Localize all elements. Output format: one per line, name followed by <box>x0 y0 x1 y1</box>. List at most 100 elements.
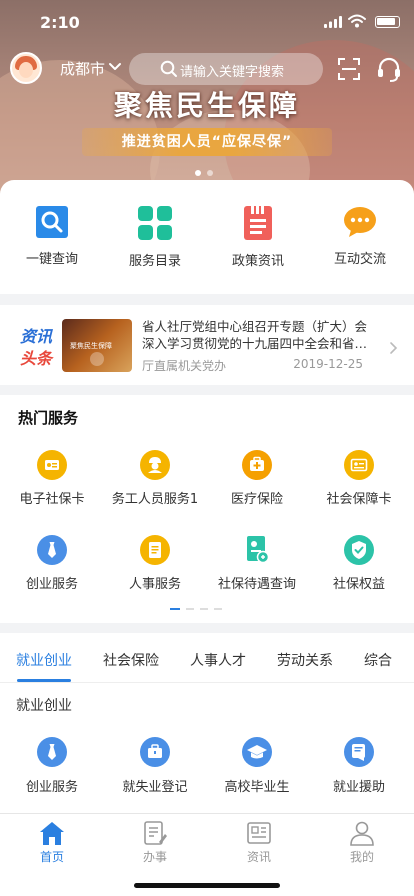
medical-kit-icon <box>242 450 272 480</box>
banner-dots <box>195 161 219 180</box>
category-tabs: 就业创业 社会保险 人事人才 劳动关系 综合 <box>0 633 414 683</box>
customer-service-icon[interactable] <box>376 57 402 83</box>
category-item-label: 就失业登记 <box>122 780 188 795</box>
tabbar-home[interactable]: 首页 <box>12 820 92 865</box>
category-section-title: 就业创业 <box>16 698 72 714</box>
category-item[interactable]: 就业援助 <box>307 737 411 795</box>
category-item[interactable]: 高校毕业生 <box>205 737 309 795</box>
tab-talent[interactable]: 人事人才 <box>190 650 246 670</box>
tabbar-label: 资讯 <box>246 850 271 864</box>
quick-action-query[interactable]: 一键查询 <box>7 206 97 267</box>
service-item[interactable]: 社保待遇查询 <box>205 535 309 592</box>
quick-action-policy[interactable]: 政策资讯 <box>213 206 303 269</box>
service-label: 社保待遇查询 <box>217 577 296 592</box>
home-icon <box>40 822 64 845</box>
tab-labor-relations[interactable]: 劳动关系 <box>277 650 333 670</box>
quick-action-chat[interactable]: 互动交流 <box>315 206 405 267</box>
shield-check-icon <box>344 535 374 565</box>
quick-action-label: 互动交流 <box>333 252 386 267</box>
graduation-cap-icon <box>242 737 272 767</box>
service-label: 医疗保险 <box>230 492 283 507</box>
news-title: 省人社厅党组中心组召开专题（扩大）会深入学习贯彻党的十九届四中全会和省… <box>142 319 368 351</box>
service-label: 社会保障卡 <box>326 492 392 507</box>
quick-action-label: 一键查询 <box>25 252 78 267</box>
quick-actions-card: 一键查询 服务目录 政策资讯 互动交流 <box>0 180 414 294</box>
service-label: 创业服务 <box>25 577 78 592</box>
search-placeholder: 请输入关键字搜索 <box>180 65 285 80</box>
news-thumbnail-text: 聚焦民生保障 <box>70 342 112 350</box>
tab-employment[interactable]: 就业创业 <box>16 650 72 670</box>
service-item[interactable]: 创业服务 <box>0 535 104 592</box>
news-source: 厅直属机关党办 <box>142 359 227 373</box>
news-tag: 头条 <box>20 349 53 368</box>
category-item-label: 高校毕业生 <box>224 780 290 795</box>
banner-headline: 聚焦民生保障 <box>113 89 300 122</box>
search-input[interactable]: 请输入关键字搜索 <box>129 53 323 85</box>
briefcase-icon <box>140 737 170 767</box>
section-heading: 热门服务 <box>18 409 79 427</box>
category-item[interactable]: 创业服务 <box>0 737 104 795</box>
quick-action-label: 服务目录 <box>128 254 181 269</box>
status-time: 2:10 <box>40 13 80 32</box>
grid-icon <box>138 206 172 240</box>
tie-icon <box>37 535 67 565</box>
social-card-icon <box>344 450 374 480</box>
service-item[interactable]: 社保权益 <box>307 535 411 592</box>
top-bar: 成都市 请输入关键字搜索 <box>0 50 414 88</box>
news-headline-card[interactable]: 资讯 头条 聚焦民生保障 省人社厅党组中心组召开专题（扩大）会深入学习贯彻党的十… <box>0 305 414 385</box>
service-item[interactable]: 社会保障卡 <box>307 450 411 507</box>
status-bar: 2:10 <box>0 0 414 44</box>
home-indicator <box>134 883 280 888</box>
worker-icon <box>140 450 170 480</box>
service-item[interactable]: 人事服务 <box>103 535 207 592</box>
service-label: 电子社保卡 <box>19 492 85 507</box>
banner-subline: 推进贫困人员“应保尽保” <box>82 128 332 156</box>
city-selector[interactable]: 成都市 <box>60 58 105 79</box>
tab-social-insurance[interactable]: 社会保险 <box>103 650 159 670</box>
user-icon <box>350 821 374 846</box>
avatar[interactable] <box>10 52 42 84</box>
battery-icon <box>375 16 400 28</box>
benefit-query-icon <box>242 535 272 565</box>
service-item[interactable]: 医疗保险 <box>205 450 309 507</box>
quick-action-label: 政策资讯 <box>231 254 284 269</box>
service-label: 社保权益 <box>332 577 385 592</box>
chevron-right-icon <box>390 342 398 354</box>
tab-general[interactable]: 综合 <box>364 650 392 670</box>
tabbar-news[interactable]: 资讯 <box>219 820 299 865</box>
signal-icon <box>324 16 342 28</box>
services-pager <box>170 608 228 627</box>
edit-doc-icon <box>144 821 167 845</box>
news-tag: 资讯 <box>20 327 53 346</box>
chat-icon <box>344 207 376 237</box>
banner-dot[interactable] <box>195 170 201 176</box>
tabbar-affairs[interactable]: 办事 <box>115 820 195 865</box>
service-item[interactable]: 务工人员服务1 <box>103 450 207 507</box>
news-thumbnail: 聚焦民生保障 <box>62 319 132 372</box>
search-icon <box>36 206 68 238</box>
tabbar-me[interactable]: 我的 <box>322 820 402 865</box>
id-card-icon <box>37 450 67 480</box>
newspaper-icon <box>247 822 271 844</box>
search-icon <box>160 60 177 77</box>
quick-action-catalog[interactable]: 服务目录 <box>110 206 200 269</box>
scan-icon[interactable] <box>337 57 361 81</box>
top-banner[interactable]: 2:10 成都市 请输入关键字搜索 聚焦民生保障 推进贫困人员“应保尽保” <box>0 0 414 196</box>
category-section: 就业创业 社会保险 人事人才 劳动关系 综合 就业创业 创业服务 就失业登记 高… <box>0 633 414 813</box>
banner-dot[interactable] <box>207 170 213 176</box>
category-item-label: 创业服务 <box>25 780 78 795</box>
tie-icon <box>37 737 67 767</box>
file-icon <box>140 535 170 565</box>
hot-services-section: 热门服务 电子社保卡 务工人员服务1 医疗保险 社会保障卡 创业服务 人事服务 <box>0 395 414 623</box>
tabbar-label: 首页 <box>39 850 64 864</box>
tabbar-label: 办事 <box>142 850 167 864</box>
tabbar-label: 我的 <box>349 850 374 864</box>
assist-icon <box>344 737 374 767</box>
service-item[interactable]: 电子社保卡 <box>0 450 104 507</box>
active-tab-indicator <box>17 679 71 682</box>
category-item-label: 就业援助 <box>332 780 385 795</box>
document-icon <box>244 206 272 240</box>
category-item[interactable]: 就失业登记 <box>103 737 207 795</box>
wifi-icon <box>348 14 366 28</box>
chevron-down-icon[interactable] <box>108 62 122 72</box>
